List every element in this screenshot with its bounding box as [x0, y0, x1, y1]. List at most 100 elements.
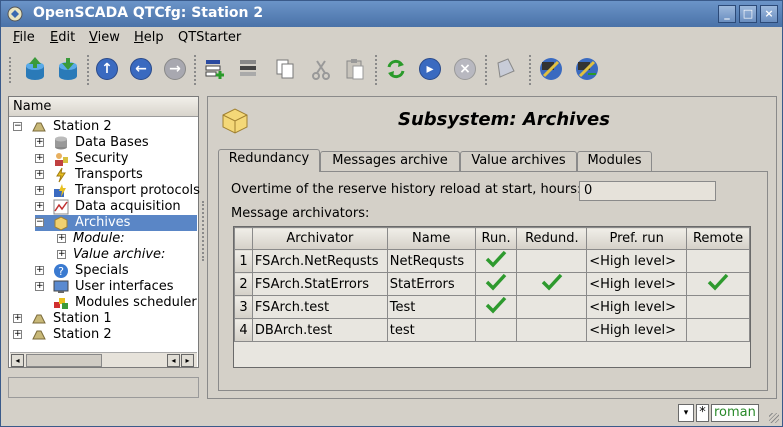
cell-pref-run[interactable]: <High level>	[586, 249, 688, 273]
panel-splitter[interactable]	[202, 201, 205, 261]
cell-pref-run[interactable]: <High level>	[586, 272, 688, 296]
tree-item-value-archive[interactable]: + Value archive:	[57, 247, 197, 263]
tree-item-station1[interactable]: + Station 1	[13, 311, 197, 327]
back-button[interactable]: ←	[126, 54, 156, 84]
cell-redund[interactable]	[516, 249, 588, 273]
column-header-name[interactable]: Name	[386, 227, 476, 250]
forward-button[interactable]: →	[160, 54, 190, 84]
cell-remote[interactable]	[686, 295, 750, 319]
maximize-button[interactable]: □	[739, 5, 757, 23]
scroll-left-icon[interactable]: ◂	[167, 354, 180, 367]
cell-pref-run[interactable]: <High level>	[586, 318, 688, 342]
cell-name[interactable]: NetRequsts	[386, 249, 476, 273]
toolbar-handle[interactable]	[9, 57, 13, 83]
tree-item-data-acquisition[interactable]: + Data acquisition	[35, 199, 197, 215]
cut-button[interactable]	[306, 54, 336, 84]
cell-run[interactable]	[474, 249, 518, 273]
title-bar[interactable]: OpenSCADA QTCfg: Station 2 _ □ ×	[1, 1, 782, 27]
menu-qtstarter[interactable]: QTStarter	[178, 30, 241, 45]
dropdown-arrow-icon[interactable]: ▾	[678, 404, 694, 422]
overtime-input[interactable]: 0	[579, 181, 716, 201]
remote-station-settings-button[interactable]	[572, 54, 602, 84]
db-save-button[interactable]	[53, 54, 83, 84]
cell-archivator[interactable]: DBArch.test	[251, 318, 388, 342]
up-button[interactable]: ↑	[92, 54, 122, 84]
tab-redundancy[interactable]: Redundancy	[218, 149, 320, 172]
tab-messages-archive[interactable]: Messages archive	[320, 151, 460, 171]
delete-item-button[interactable]	[234, 54, 264, 84]
expand-icon[interactable]: +	[35, 202, 44, 211]
add-item-button[interactable]	[200, 54, 230, 84]
cell-run[interactable]	[474, 272, 518, 296]
refresh-button[interactable]	[381, 54, 411, 84]
cell-name[interactable]: Test	[386, 295, 476, 319]
column-header-run[interactable]: Run.	[474, 227, 518, 250]
expand-icon[interactable]: +	[35, 266, 44, 275]
tree-item-archives[interactable]: − Archives	[35, 215, 197, 231]
cell-archivator[interactable]: FSArch.NetRequsts	[251, 249, 388, 273]
cell-remote[interactable]	[686, 318, 750, 342]
column-header-archivator[interactable]: Archivator	[251, 227, 388, 250]
user-indicator[interactable]: roman	[711, 404, 759, 422]
tree-item-module[interactable]: + Module:	[57, 231, 197, 247]
tree-item-user-interfaces[interactable]: + User interfaces	[35, 279, 197, 295]
copy-button[interactable]	[270, 54, 300, 84]
row-number[interactable]: 3	[234, 295, 253, 319]
tree-item-transport-protocols[interactable]: + Transport protocols	[35, 183, 200, 199]
tree-item-data-bases[interactable]: + Data Bases	[35, 135, 197, 151]
expand-icon[interactable]: +	[35, 170, 44, 179]
cell-archivator[interactable]: FSArch.test	[251, 295, 388, 319]
close-button[interactable]: ×	[760, 5, 778, 23]
scroll-left-icon[interactable]: ◂	[11, 354, 24, 367]
row-number[interactable]: 2	[234, 272, 253, 296]
cell-redund[interactable]	[516, 272, 588, 296]
cell-remote[interactable]	[686, 272, 750, 296]
menu-help[interactable]: Help	[134, 30, 164, 45]
cell-name[interactable]: test	[386, 318, 476, 342]
table-row[interactable]: 4 DBArch.test test <High level>	[234, 318, 750, 342]
table-row[interactable]: 2 FSArch.StatErrors StatErrors <High lev…	[234, 272, 750, 296]
tree-item-station2[interactable]: − Station 2	[13, 119, 197, 135]
menu-edit[interactable]: Edit	[50, 30, 75, 45]
expand-icon[interactable]: +	[13, 314, 22, 323]
expand-icon[interactable]: +	[35, 154, 44, 163]
cell-run[interactable]	[474, 295, 518, 319]
cell-redund[interactable]	[516, 318, 588, 342]
resize-grip[interactable]	[769, 413, 779, 423]
scroll-right-icon[interactable]: ▸	[181, 354, 194, 367]
db-load-button[interactable]	[20, 54, 50, 84]
column-header-pref-run[interactable]: Pref. run	[586, 227, 688, 250]
minimize-button[interactable]: _	[718, 5, 736, 23]
tab-modules[interactable]: Modules	[577, 151, 652, 171]
cell-remote[interactable]	[686, 249, 750, 273]
paste-button[interactable]	[340, 54, 370, 84]
tree-horizontal-scrollbar[interactable]: ◂ ◂ ▸	[10, 352, 197, 367]
tree-header[interactable]: Name	[9, 97, 198, 117]
remote-station-button[interactable]	[536, 54, 566, 84]
expand-icon[interactable]: +	[13, 330, 22, 339]
tree-item-specials[interactable]: + ? Specials	[35, 263, 197, 279]
expand-icon[interactable]: +	[35, 138, 44, 147]
tree-item-transports[interactable]: + Transports	[35, 167, 197, 183]
row-number[interactable]: 4	[234, 318, 253, 342]
navigation-tree[interactable]: Name − Station 2 + Data Bases + Security…	[8, 96, 200, 368]
expand-icon[interactable]: +	[35, 282, 44, 291]
collapse-icon[interactable]: −	[35, 218, 44, 227]
expand-icon[interactable]: +	[35, 186, 44, 195]
column-header-redund[interactable]: Redund.	[516, 227, 588, 250]
cell-redund[interactable]	[516, 295, 588, 319]
row-number[interactable]: 1	[234, 249, 253, 273]
cell-archivator[interactable]: FSArch.StatErrors	[251, 272, 388, 296]
menu-view[interactable]: View	[89, 30, 120, 45]
column-header-remote[interactable]: Remote	[686, 227, 750, 250]
expand-icon[interactable]: +	[57, 250, 66, 259]
tab-value-archives[interactable]: Value archives	[460, 151, 577, 171]
tree-item-modules-scheduler[interactable]: Modules scheduler	[35, 295, 197, 311]
scroll-thumb[interactable]	[26, 354, 102, 367]
stop-button[interactable]: ×	[450, 54, 480, 84]
cell-pref-run[interactable]: <High level>	[586, 295, 688, 319]
start-button[interactable]: ▸	[415, 54, 445, 84]
table-row[interactable]: 1 FSArch.NetRequsts NetRequsts <High lev…	[234, 249, 750, 273]
expand-icon[interactable]: +	[57, 234, 66, 243]
table-row[interactable]: 3 FSArch.test Test <High level>	[234, 295, 750, 319]
